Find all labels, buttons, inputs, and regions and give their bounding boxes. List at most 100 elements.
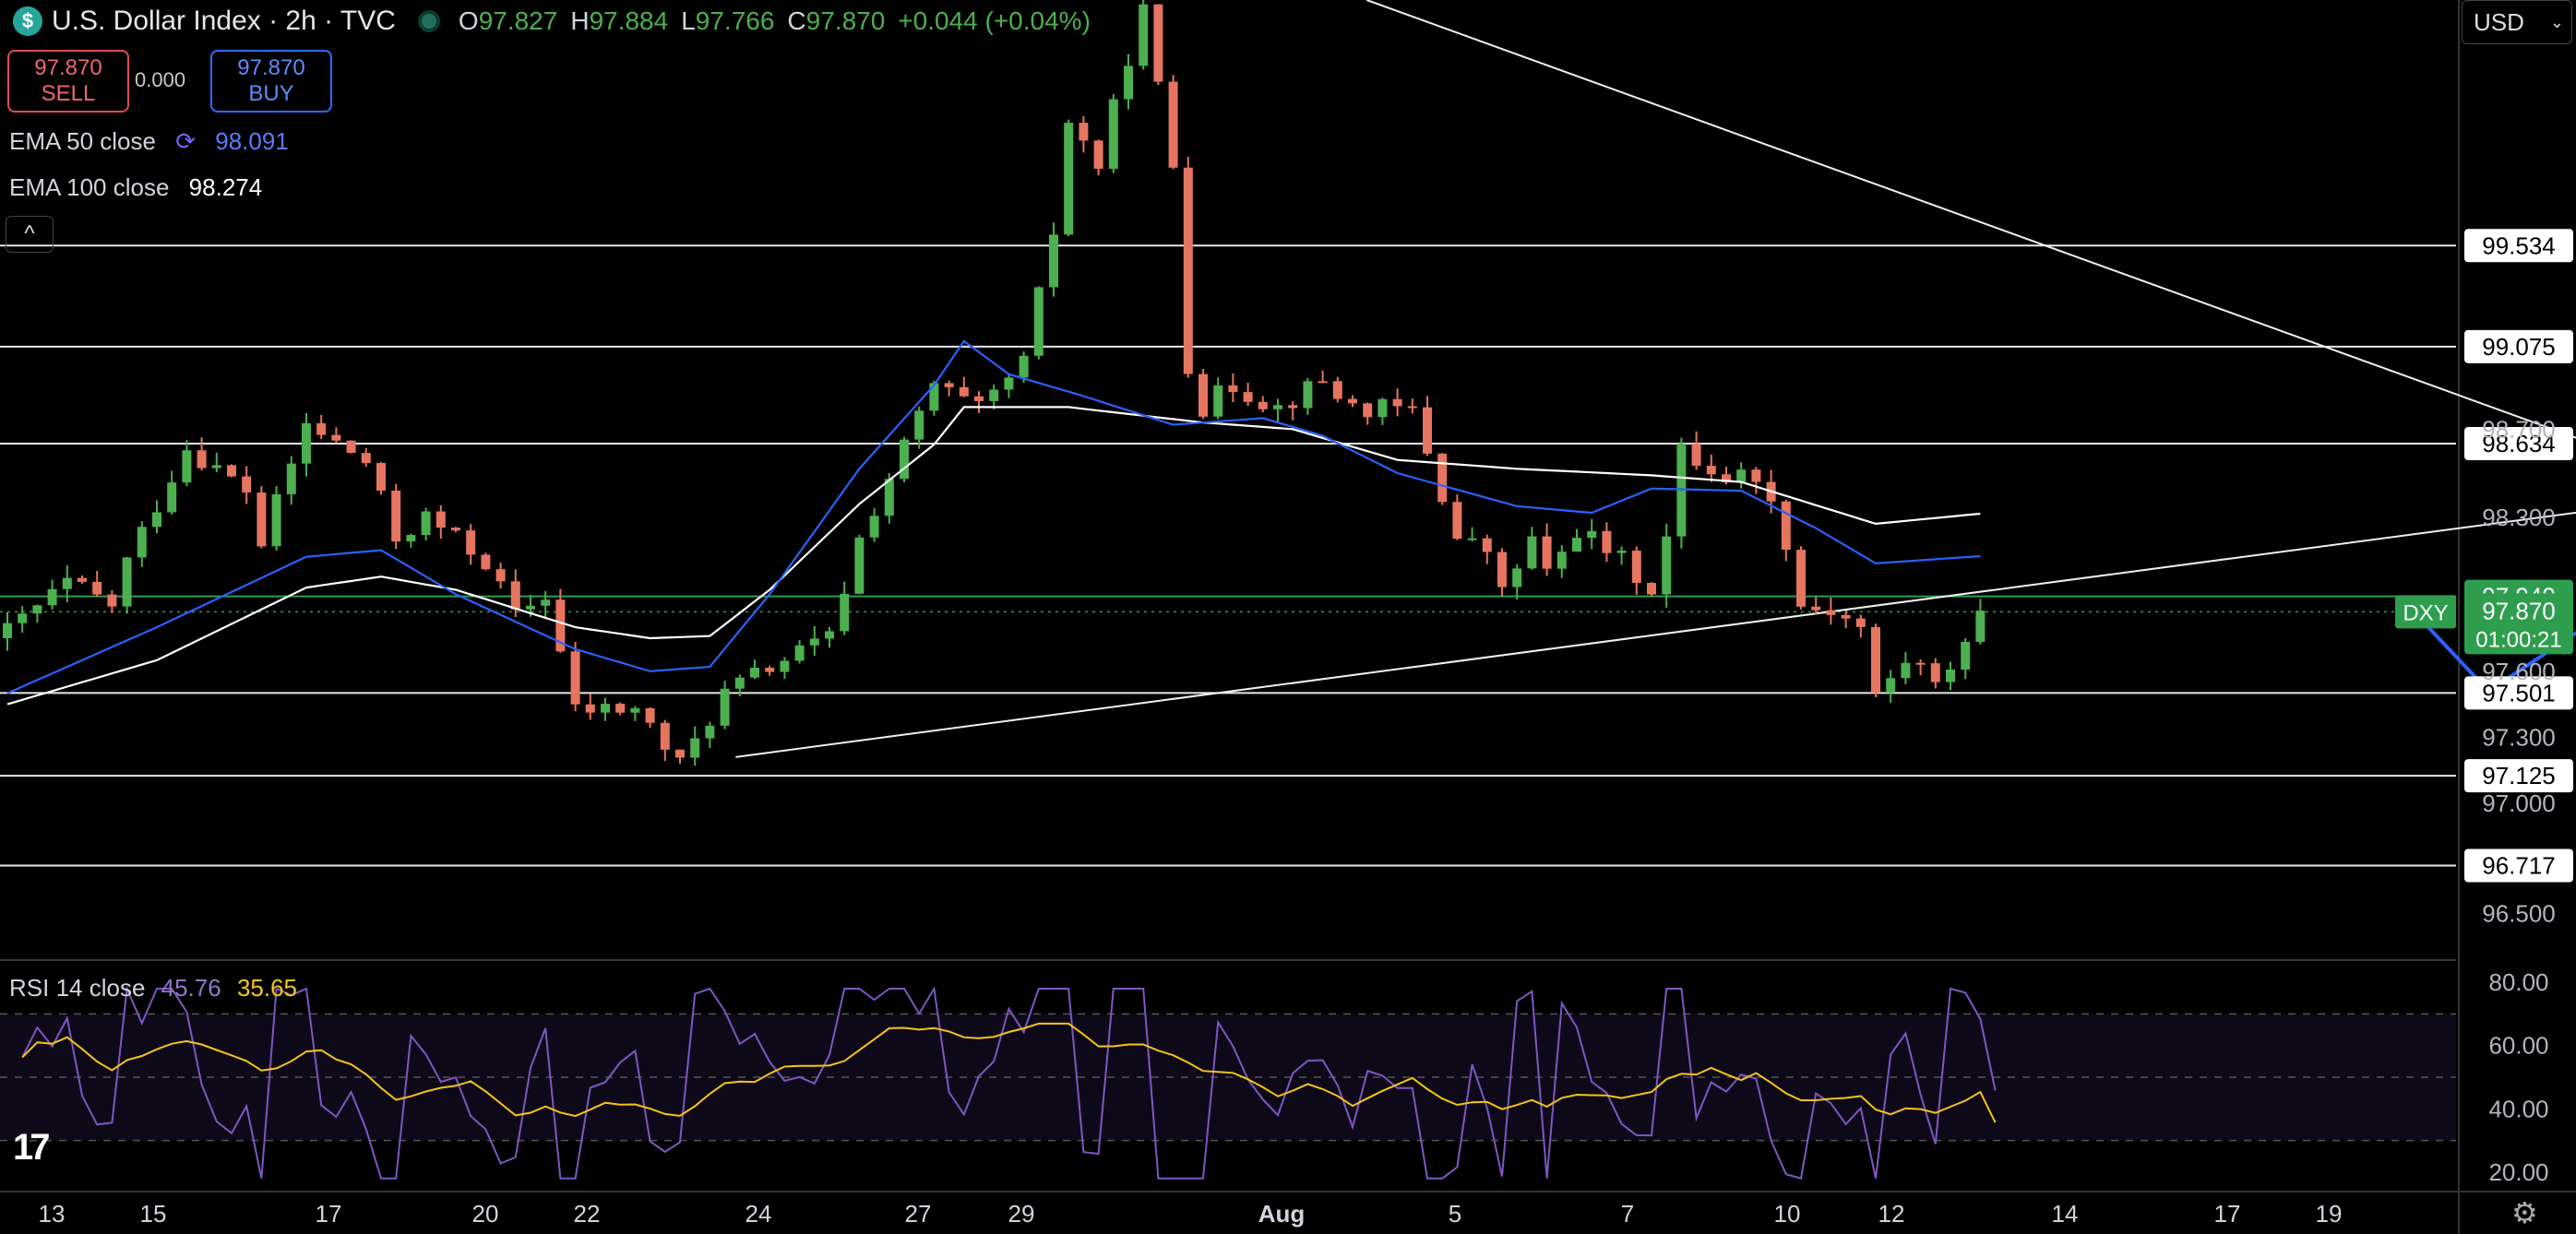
buy-button[interactable]: 97.870 BUY — [210, 50, 332, 113]
candle-body — [765, 667, 775, 672]
candle-body — [1796, 550, 1806, 607]
candle-body — [989, 389, 999, 401]
time-tick-label: 5 — [1449, 1200, 1461, 1228]
candle-body — [959, 386, 969, 397]
candle-body — [840, 593, 850, 632]
rsi-tick-label: 20.00 — [2488, 1158, 2548, 1186]
candle-body — [974, 396, 984, 401]
symbol-tag-label: DXY — [2403, 600, 2448, 625]
time-tick-label: 7 — [1621, 1200, 1634, 1228]
rsi-tick-label: 40.00 — [2488, 1095, 2548, 1122]
horizontal-level-tag-label: 99.075 — [2482, 333, 2556, 361]
candle-body — [1781, 501, 1791, 551]
candle-body — [825, 631, 834, 639]
ema50-legend[interactable]: EMA 50 close ⟳ 98.091 — [9, 127, 289, 156]
candle-body — [1975, 611, 1986, 642]
candle-body — [1273, 405, 1282, 409]
candle-body — [391, 490, 401, 542]
symbol-title[interactable]: U.S. Dollar Index · 2h · TVC — [52, 6, 396, 37]
close-key: C — [787, 6, 806, 35]
candle-body — [794, 645, 805, 661]
market-status-icon[interactable] — [417, 10, 440, 32]
candle-body — [3, 623, 12, 638]
candle-body — [1855, 618, 1866, 627]
ema100-legend[interactable]: EMA 100 close 98.274 — [9, 173, 262, 202]
candle-body — [18, 613, 28, 623]
candle-body — [914, 410, 924, 440]
candle-body — [211, 465, 221, 469]
spread-value: 0.000 — [135, 68, 186, 91]
candle-body — [92, 581, 102, 595]
horizontal-level-tag-label: 99.534 — [2482, 231, 2556, 259]
sell-price: 97.870 — [34, 55, 102, 80]
candle-body — [1497, 552, 1507, 587]
low-value: 97.766 — [695, 6, 775, 35]
candle-body — [1841, 614, 1851, 619]
candle-body — [1811, 606, 1821, 611]
open-value: 97.827 — [478, 6, 558, 35]
candle-body — [1512, 568, 1522, 587]
candle-body — [1392, 398, 1402, 407]
time-tick-label: 17 — [316, 1200, 342, 1228]
candle-body — [1871, 626, 1880, 694]
sell-label: SELL — [41, 81, 96, 106]
horizontal-level-tag-label: 96.717 — [2482, 851, 2556, 879]
candle-body — [1168, 81, 1178, 168]
candle-body — [900, 439, 909, 480]
candle-body — [286, 463, 296, 494]
candle-body — [1124, 65, 1133, 100]
candle-body — [884, 479, 894, 516]
ema50-label: EMA 50 close — [9, 127, 156, 155]
collapse-legend-button[interactable]: ^ — [6, 216, 54, 253]
rsi-value: 45.76 — [161, 974, 221, 1002]
candle-body — [1332, 381, 1342, 399]
candle-body — [1961, 641, 1971, 670]
candle-body — [495, 569, 506, 582]
candle-body — [47, 588, 57, 606]
candle-body — [1826, 610, 1836, 615]
currency-select[interactable]: USD ⌄ — [2462, 0, 2572, 44]
candle-body — [1363, 403, 1373, 418]
candle-body — [466, 530, 476, 555]
candle-body — [720, 688, 730, 726]
time-tick-label: 27 — [905, 1200, 932, 1228]
candle-body — [302, 422, 311, 464]
price-tick-label: 98.300 — [2482, 504, 2556, 531]
candle-body — [705, 725, 715, 739]
candle-body — [510, 581, 520, 610]
candle-body — [660, 722, 670, 750]
candle-body — [1706, 465, 1716, 475]
candle-body — [1452, 502, 1462, 540]
candle-body — [1213, 385, 1223, 417]
time-tick-label: 20 — [472, 1200, 499, 1228]
candle-body — [1616, 551, 1627, 553]
candle-body — [451, 528, 460, 531]
candle-body — [152, 512, 161, 528]
rsi-legend[interactable]: RSI 14 close 45.76 35.65 — [9, 974, 297, 1003]
candle-body — [1647, 583, 1656, 595]
time-tick-label: 15 — [140, 1200, 167, 1228]
price-chart[interactable]: 99.53499.07598.63497.50197.12596.71797.9… — [0, 0, 2576, 1234]
candle-body — [1736, 469, 1747, 482]
candle-body — [197, 450, 207, 469]
candle-body — [242, 476, 252, 493]
candle-body — [1602, 530, 1612, 553]
candle-body — [601, 704, 610, 713]
candle-body — [541, 599, 551, 606]
candle-body — [481, 554, 491, 570]
candle-body — [1631, 551, 1641, 584]
candle-body — [690, 738, 700, 758]
candle-body — [227, 465, 236, 477]
candle-body — [1886, 678, 1896, 694]
candle-body — [331, 434, 341, 441]
candle-body — [1079, 123, 1089, 141]
rsi-tick-label: 80.00 — [2488, 968, 2548, 996]
candle-body — [1587, 530, 1597, 539]
time-tick-label: 13 — [39, 1200, 66, 1228]
time-tick-label: 24 — [745, 1200, 772, 1228]
price-tick-label: 98.700 — [2482, 415, 2556, 443]
time-tick-label: 29 — [1008, 1200, 1035, 1228]
candle-body — [854, 537, 865, 594]
gear-icon[interactable]: ⚙ — [2511, 1195, 2538, 1230]
sell-button[interactable]: 97.870 SELL — [7, 50, 129, 113]
